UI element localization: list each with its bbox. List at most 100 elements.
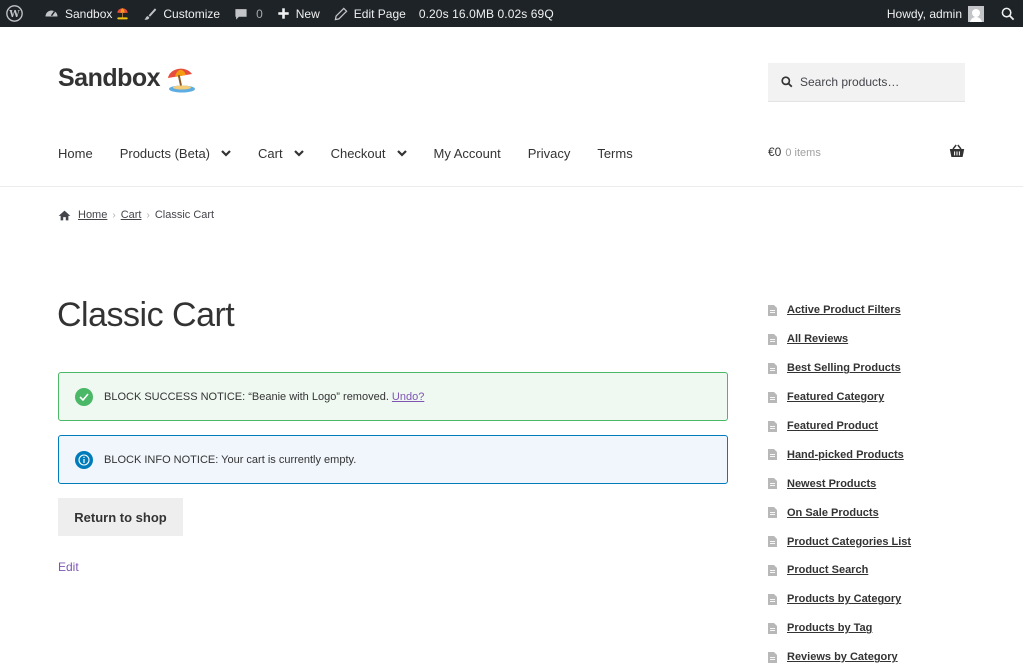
breadcrumb-home[interactable]: Home	[78, 209, 107, 221]
nav-label: Terms	[597, 145, 633, 161]
sidebar-link[interactable]: Products by Category	[787, 593, 901, 605]
basket-icon[interactable]	[949, 144, 965, 163]
admin-site-name: Sandbox	[65, 6, 113, 21]
search-icon	[1001, 7, 1015, 20]
nav-label: My Account	[433, 145, 501, 161]
sidebar-link[interactable]: Products by Tag	[787, 622, 872, 634]
edit-link[interactable]: Edit	[58, 560, 79, 574]
breadcrumb-separator: ›	[112, 209, 116, 221]
new-content-menu[interactable]: New	[270, 0, 327, 27]
page-icon	[768, 622, 777, 634]
sidebar-link[interactable]: On Sale Products	[787, 507, 879, 519]
sidebar-item: Best Selling Products	[768, 354, 968, 383]
sidebar-item: Newest Products	[768, 469, 968, 498]
product-search[interactable]	[768, 63, 965, 102]
success-notice-text: BLOCK SUCCESS NOTICE: “Beanie with Logo”…	[104, 390, 389, 403]
primary-navigation: Home Products (Beta) Cart Checkout My Ac…	[58, 144, 660, 162]
page-icon	[768, 333, 777, 345]
brush-icon	[144, 7, 157, 20]
page-icon	[768, 304, 777, 316]
admin-search-button[interactable]	[991, 0, 1023, 27]
account-menu[interactable]: Howdy, admin	[880, 0, 991, 27]
home-icon	[58, 210, 71, 220]
howdy-label: Howdy, admin	[886, 6, 962, 21]
sidebar-item: Product Categories List	[768, 527, 968, 556]
site-title[interactable]: Sandbox	[58, 64, 196, 93]
checkmark-icon	[75, 387, 93, 406]
wordpress-logo-icon[interactable]: W	[0, 0, 37, 27]
page-icon	[768, 478, 777, 490]
sidebar-link[interactable]: Product Search	[787, 564, 868, 576]
sidebar-item: Product Search	[768, 556, 968, 585]
page-icon	[768, 507, 777, 519]
sidebar-link[interactable]: Best Selling Products	[787, 362, 901, 374]
page-icon	[768, 564, 777, 576]
nav-label: Products (Beta)	[119, 145, 211, 161]
chevron-down-icon	[293, 149, 304, 157]
page-icon	[768, 593, 777, 605]
page-icon	[768, 362, 777, 374]
site-title-text: Sandbox	[58, 64, 161, 92]
sidebar-link[interactable]: Newest Products	[787, 478, 876, 490]
sidebar-page-list: Active Product Filters All Reviews Best Se…	[768, 296, 968, 665]
sidebar-link[interactable]: Featured Product	[787, 420, 878, 432]
nav-privacy[interactable]: Privacy	[528, 144, 571, 162]
nav-cart[interactable]: Cart	[258, 144, 304, 162]
nav-label: Checkout	[330, 145, 386, 161]
breadcrumb-separator: ›	[146, 209, 150, 221]
page-icon	[768, 420, 777, 432]
nav-terms[interactable]: Terms	[597, 144, 632, 162]
customize-link[interactable]: Customize	[136, 0, 227, 27]
sidebar-link[interactable]: All Reviews	[787, 333, 848, 345]
breadcrumb: Home › Cart › Classic Cart	[58, 209, 214, 221]
svg-text:W: W	[8, 9, 20, 20]
header-divider	[0, 186, 1023, 187]
nav-label: Cart	[258, 145, 283, 161]
nav-products-beta[interactable]: Products (Beta)	[120, 144, 231, 162]
plus-icon	[278, 8, 289, 19]
chevron-down-icon	[221, 149, 231, 157]
dashboard-icon	[45, 10, 58, 17]
breadcrumb-cart[interactable]: Cart	[121, 209, 142, 221]
nav-checkout[interactable]: Checkout	[331, 144, 407, 162]
info-notice-text: BLOCK INFO NOTICE: Your cart is currentl…	[104, 453, 357, 466]
page-icon	[768, 651, 777, 663]
query-monitor-stats[interactable]: 0.20s 16.0MB 0.02s 69Q	[413, 0, 561, 27]
nav-label: Home	[58, 145, 93, 161]
nav-label: Privacy	[527, 145, 571, 161]
comments-link[interactable]: 0	[227, 0, 270, 27]
return-to-shop-button[interactable]: Return to shop	[58, 498, 183, 536]
beach-umbrella-icon	[117, 8, 129, 20]
new-label: New	[295, 6, 320, 21]
sidebar-item: Products by Tag	[768, 614, 968, 643]
sidebar-item: On Sale Products	[768, 498, 968, 527]
page-icon	[768, 449, 777, 461]
info-icon	[75, 450, 93, 469]
nav-home[interactable]: Home	[58, 144, 93, 162]
pencil-icon	[334, 7, 348, 20]
breadcrumb-current: Classic Cart	[154, 209, 215, 221]
sidebar-link[interactable]: Reviews by Category	[787, 651, 898, 663]
undo-link[interactable]: Undo?	[392, 391, 424, 403]
sidebar-item: Featured Category	[768, 383, 968, 412]
chevron-down-icon	[396, 149, 407, 157]
sidebar-item: Reviews by Category	[768, 643, 968, 665]
sidebar-link[interactable]: Hand-picked Products	[787, 449, 904, 461]
search-icon	[781, 76, 793, 88]
sidebar-item: Products by Category	[768, 585, 968, 614]
nav-my-account[interactable]: My Account	[434, 144, 501, 162]
success-notice: BLOCK SUCCESS NOTICE: “Beanie with Logo”…	[58, 372, 728, 421]
sidebar-link[interactable]: Active Product Filters	[787, 304, 901, 316]
header-cart-link[interactable]: €0 0 items	[768, 145, 821, 159]
admin-bar: W Sandbox Customize 0 New Edit Page 0.20…	[0, 0, 1023, 27]
sidebar-item: All Reviews	[768, 325, 968, 354]
search-input[interactable]	[800, 75, 960, 89]
edit-page-link[interactable]: Edit Page	[327, 0, 413, 27]
sidebar-link[interactable]: Featured Category	[787, 391, 884, 403]
comments-count: 0	[256, 6, 263, 21]
avatar	[968, 5, 984, 22]
admin-site-menu[interactable]: Sandbox	[37, 0, 136, 27]
edit-page-label: Edit Page	[353, 6, 406, 21]
page-icon	[768, 391, 777, 403]
sidebar-link[interactable]: Product Categories List	[787, 536, 911, 548]
